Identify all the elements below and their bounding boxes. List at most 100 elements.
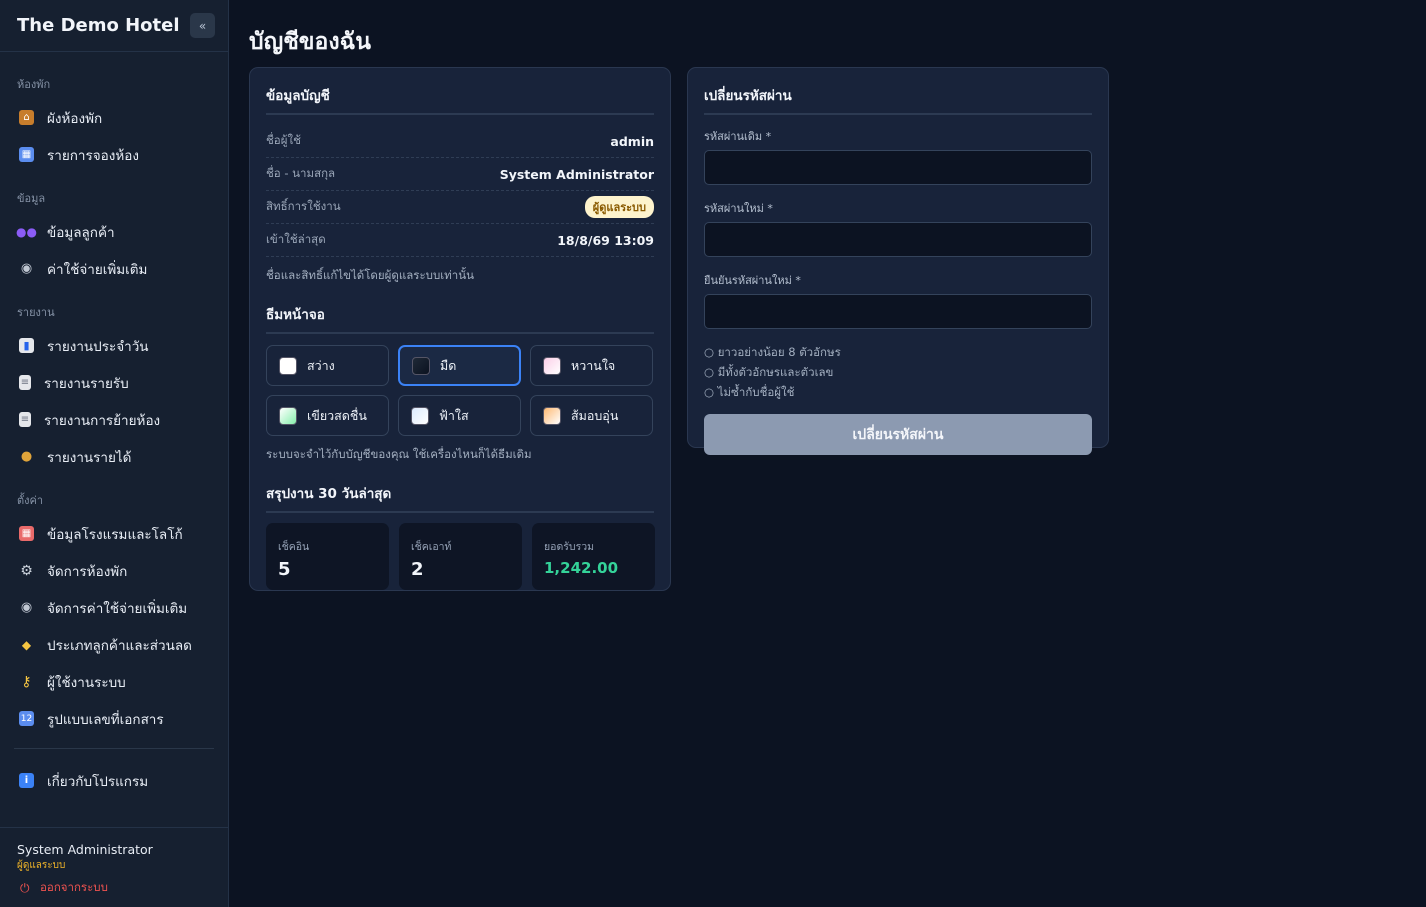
change-password-title: เปลี่ยนรหัสผ่าน bbox=[704, 84, 1092, 115]
sidebar-item-label: รายงานประจำวัน bbox=[47, 338, 149, 355]
sidebar-item-label: เกี่ยวกับโปรแกรม bbox=[47, 773, 149, 790]
info-value: admin bbox=[610, 133, 654, 149]
dining-icon: ◉ bbox=[20, 261, 33, 276]
sidebar-item-about[interactable]: i เกี่ยวกับโปรแกรม bbox=[0, 762, 228, 799]
sidebar-item-label: ค่าใช้จ่ายเพิ่มเติม bbox=[47, 261, 148, 278]
theme-option-label: เขียวสดชื่น bbox=[307, 407, 367, 423]
stat-value: 5 bbox=[278, 559, 291, 580]
stat-total-received: ยอดรับรวม 1,242.00 bbox=[532, 523, 655, 590]
theme-swatch bbox=[412, 356, 430, 375]
brand-title: The Demo Hotel bbox=[17, 15, 180, 36]
summary-section-title: สรุปงาน 30 วันล่าสุด bbox=[266, 482, 654, 513]
confirm-password-label: ยืนยันรหัสผ่านใหม่ * bbox=[704, 274, 801, 287]
calendar-icon: ▦ bbox=[19, 147, 34, 162]
sidebar-item-label: รายงานรายได้ bbox=[47, 449, 132, 466]
info-label: สิทธิ์การใช้งาน bbox=[266, 199, 341, 213]
sidebar-item-label: ข้อมูลลูกค้า bbox=[47, 224, 115, 241]
sidebar-item-label: ผู้ใช้งานระบบ bbox=[47, 674, 126, 691]
theme-swatch bbox=[543, 406, 561, 425]
new-password-field[interactable] bbox=[704, 222, 1092, 257]
account-note: ชื่อและสิทธิ์แก้ไขได้โดยผู้ดูแลระบบเท่าน… bbox=[266, 268, 474, 282]
theme-option-sky-blue[interactable]: ฟ้าใส bbox=[398, 395, 521, 436]
info-label: เข้าใช้ล่าสุด bbox=[266, 232, 326, 246]
summary-stats: เช็คอิน 5 เช็คเอาท์ 2 ยอดรับรวม 1,242.00 bbox=[266, 523, 655, 590]
sidebar-item-manage-rooms[interactable]: ⚙ จัดการห้องพัก bbox=[0, 552, 228, 589]
sidebar-item-hotel-info[interactable]: ▦ ข้อมูลโรงแรมและโลโก้ bbox=[0, 515, 228, 552]
account-card: ข้อมูลบัญชี ชื่อผู้ใช้ admin ชื่อ - นามส… bbox=[249, 67, 671, 591]
numbers-icon: 12 bbox=[19, 711, 34, 726]
nav-section-settings: ตั้งค่า bbox=[17, 494, 44, 507]
theme-option-sweetheart[interactable]: หวานใจ bbox=[530, 345, 653, 386]
old-password-label: รหัสผ่านเดิม * bbox=[704, 130, 772, 143]
account-card-title: ข้อมูลบัญชี bbox=[266, 84, 654, 115]
theme-option-light[interactable]: สว่าง bbox=[266, 345, 389, 386]
key-icon: ⚷ bbox=[21, 673, 32, 690]
users-icon: ●● bbox=[16, 224, 37, 239]
theme-note: ระบบจะจำไว้กับบัญชีของคุณ ใช้เครื่องไหนก… bbox=[266, 447, 532, 461]
info-label: ชื่อผู้ใช้ bbox=[266, 133, 301, 147]
sidebar-item-bookings[interactable]: ▦ รายการจองห้อง bbox=[0, 136, 228, 173]
theme-option-label: สว่าง bbox=[307, 357, 335, 373]
theme-option-label: หวานใจ bbox=[571, 357, 616, 373]
stat-value: 1,242.00 bbox=[544, 559, 619, 577]
stat-label: เช็คอิน bbox=[278, 541, 310, 553]
page-title: บัญชีของฉัน bbox=[249, 29, 371, 55]
theme-option-label: ส้มอบอุ่น bbox=[571, 407, 619, 423]
info-row-last-login: เข้าใช้ล่าสุด 18/8/69 13:09 bbox=[266, 224, 654, 257]
info-value: System Administrator bbox=[499, 166, 654, 182]
sidebar-item-label: รายงานการย้ายห้อง bbox=[44, 412, 161, 429]
nav-section-rooms: ห้องพัก bbox=[17, 78, 51, 91]
sidebar-item-extra-charges[interactable]: ◉ ค่าใช้จ่ายเพิ่มเติม bbox=[0, 250, 228, 287]
sidebar-item-room-map[interactable]: ⌂ ผังห้องพัก bbox=[0, 99, 228, 136]
theme-option-dark[interactable]: มืด bbox=[398, 345, 521, 386]
confirm-password-field[interactable] bbox=[704, 294, 1092, 329]
theme-swatch bbox=[279, 356, 297, 375]
change-password-button[interactable]: เปลี่ยนรหัสผ่าน bbox=[704, 414, 1092, 455]
money-bag-icon: ● bbox=[20, 449, 33, 464]
theme-section-title: ธีมหน้าจอ bbox=[266, 303, 654, 334]
stat-value: 2 bbox=[411, 559, 424, 580]
sidebar-item-label: รูปแบบเลขที่เอกสาร bbox=[47, 711, 164, 728]
info-icon: i bbox=[19, 773, 34, 788]
gear-icon: ⚙ bbox=[20, 562, 33, 579]
password-rule: ○ ไม่ซ้ำกับชื่อผู้ใช้ bbox=[704, 385, 795, 399]
theme-option-warm-orange[interactable]: ส้มอบอุ่น bbox=[530, 395, 653, 436]
old-password-field[interactable] bbox=[704, 150, 1092, 185]
sidebar-item-label: รายการจองห้อง bbox=[47, 147, 139, 164]
password-rule: ○ ยาวอย่างน้อย 8 ตัวอักษร bbox=[704, 345, 841, 359]
sidebar-item-revenue-report[interactable]: ● รายงานรายได้ bbox=[0, 438, 228, 475]
new-password-label: รหัสผ่านใหม่ * bbox=[704, 202, 773, 215]
theme-swatch bbox=[411, 406, 429, 425]
sidebar-item-customers[interactable]: ●● ข้อมูลลูกค้า bbox=[0, 213, 228, 250]
tag-icon: ◆ bbox=[21, 637, 32, 652]
sidebar-item-income-report[interactable]: ≡ รายงานรายรับ bbox=[0, 364, 228, 401]
bar-chart-icon: ▮ bbox=[19, 338, 34, 353]
theme-swatch bbox=[543, 356, 561, 375]
theme-options: สว่าง มืด หวานใจ เขียวสดชื่น ฟ้าใส ส้มอบ… bbox=[266, 345, 654, 436]
info-row-username: ชื่อผู้ใช้ admin bbox=[266, 125, 654, 158]
sidebar: The Demo Hotel « ห้องพัก ⌂ ผังห้องพัก ▦ … bbox=[0, 0, 229, 907]
sidebar-item-label: จัดการห้องพัก bbox=[47, 563, 128, 580]
password-rule: ○ มีทั้งตัวอักษรและตัวเลข bbox=[704, 365, 834, 379]
sidebar-header: The Demo Hotel « bbox=[0, 0, 228, 52]
logout-label: ออกจากระบบ bbox=[40, 880, 108, 894]
sidebar-item-label: ผังห้องพัก bbox=[47, 110, 103, 127]
sidebar-item-customer-types[interactable]: ◆ ประเภทลูกค้าและส่วนลด bbox=[0, 626, 228, 663]
sidebar-item-label: ข้อมูลโรงแรมและโลโก้ bbox=[47, 526, 183, 543]
document-icon: ≡ bbox=[19, 412, 31, 427]
sidebar-item-manage-extra-charges[interactable]: ◉ จัดการค่าใช้จ่ายเพิ่มเติม bbox=[0, 589, 228, 626]
sidebar-item-users[interactable]: ⚷ ผู้ใช้งานระบบ bbox=[0, 663, 228, 700]
logout-button[interactable]: ⏻ ออกจากระบบ bbox=[17, 879, 228, 897]
theme-option-fresh-green[interactable]: เขียวสดชื่น bbox=[266, 395, 389, 436]
nav-section-reports: รายงาน bbox=[17, 306, 55, 319]
house-icon: ⌂ bbox=[19, 110, 34, 125]
theme-option-label: ฟ้าใส bbox=[439, 407, 469, 423]
collapse-sidebar-button[interactable]: « bbox=[190, 13, 215, 38]
stat-checkin: เช็คอิน 5 bbox=[266, 523, 389, 590]
sidebar-item-room-move-report[interactable]: ≡ รายงานการย้ายห้อง bbox=[0, 401, 228, 438]
nav-section-data: ข้อมูล bbox=[17, 192, 46, 205]
info-label: ชื่อ - นามสกุล bbox=[266, 166, 336, 180]
change-password-card: เปลี่ยนรหัสผ่าน รหัสผ่านเดิม * รหัสผ่านใ… bbox=[687, 67, 1109, 455]
sidebar-item-daily-report[interactable]: ▮ รายงานประจำวัน bbox=[0, 327, 228, 364]
sidebar-item-doc-numbering[interactable]: 12 รูปแบบเลขที่เอกสาร bbox=[0, 700, 228, 737]
